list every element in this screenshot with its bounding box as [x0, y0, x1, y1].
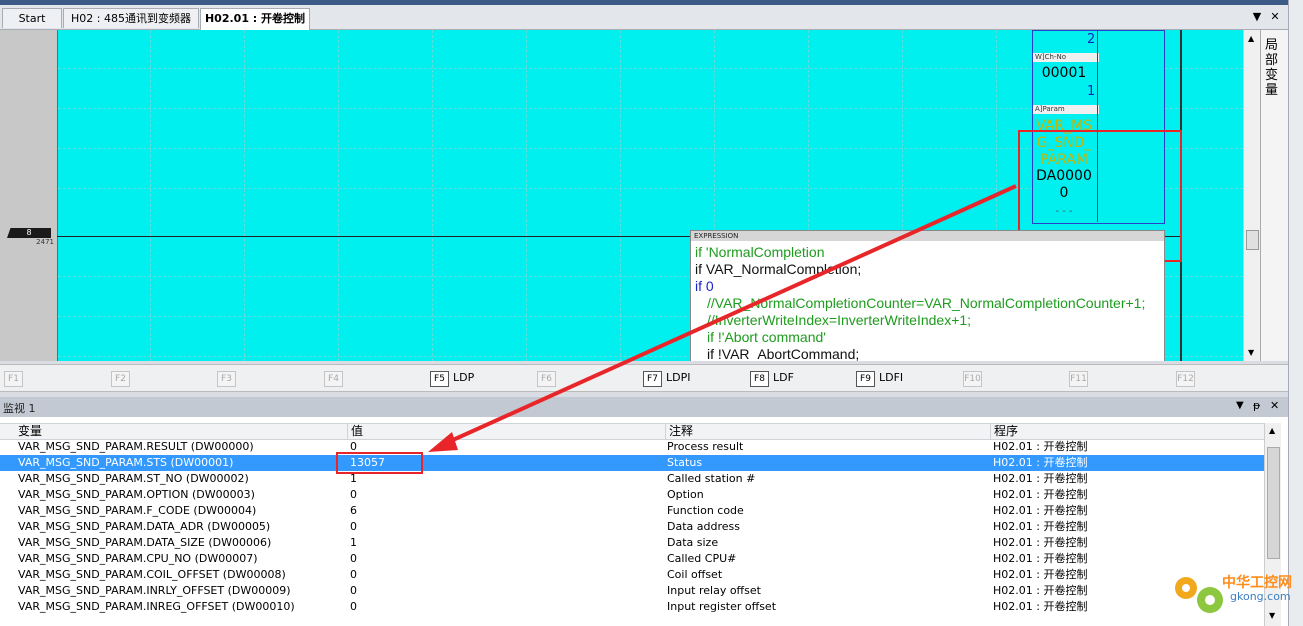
gear-logo-icon — [1175, 577, 1223, 613]
watermark-line2: gkong.com — [1230, 590, 1291, 603]
annotation-arrow — [428, 184, 1017, 452]
watermark-line1: 中华工控网 — [1222, 575, 1292, 591]
